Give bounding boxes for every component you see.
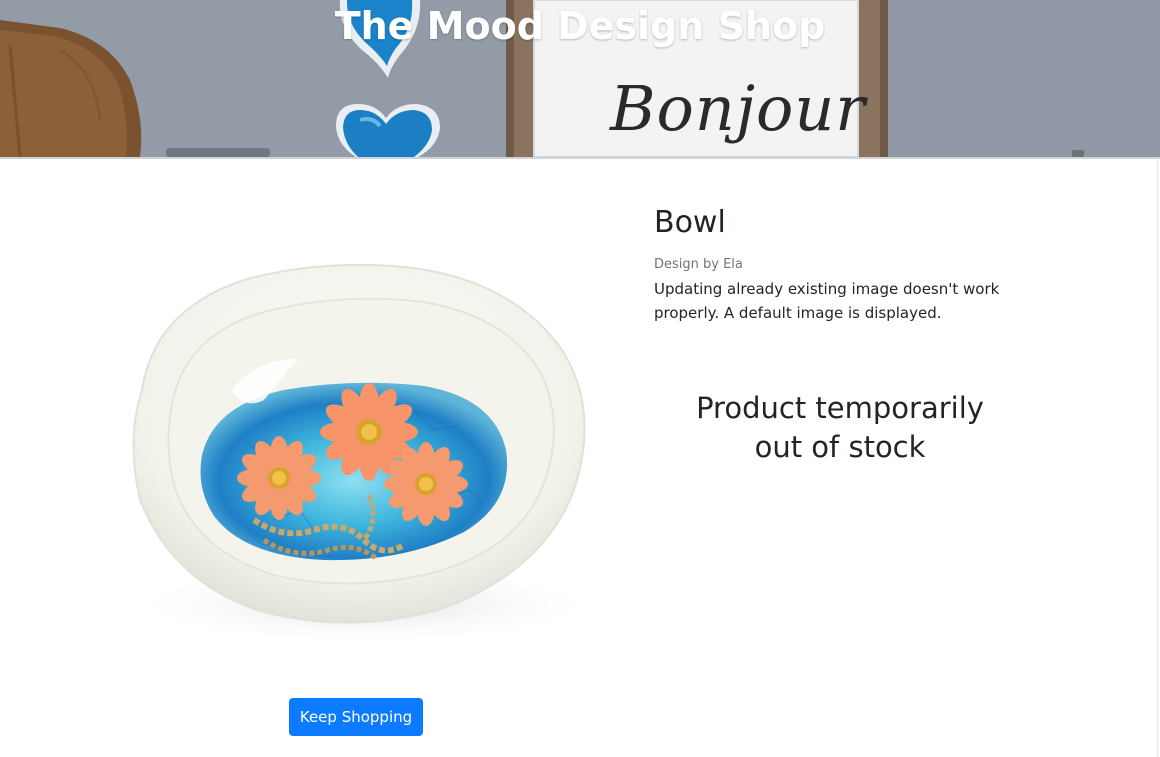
- bowl-with-flower-jewelry-icon: [114, 240, 599, 660]
- stock-status-message: Product temporarily out of stock: [696, 391, 984, 464]
- designer-credit: Design by Ela: [654, 257, 743, 272]
- banner-divider: [0, 157, 1160, 159]
- page-edge-rule: [1157, 159, 1158, 757]
- sign-text: Bonjour: [610, 72, 866, 145]
- product-description: Updating already existing image doesn't …: [654, 280, 1000, 322]
- product-image: [114, 240, 599, 660]
- site-title: The Mood Design Shop: [334, 4, 826, 48]
- page: Bonjour The Mood Design Shop Bowl Design…: [0, 0, 1160, 757]
- header-banner: Bonjour The Mood Design Shop: [0, 0, 1160, 157]
- product-name: Bowl: [654, 205, 726, 240]
- keep-shopping-button[interactable]: Keep Shopping: [289, 698, 423, 736]
